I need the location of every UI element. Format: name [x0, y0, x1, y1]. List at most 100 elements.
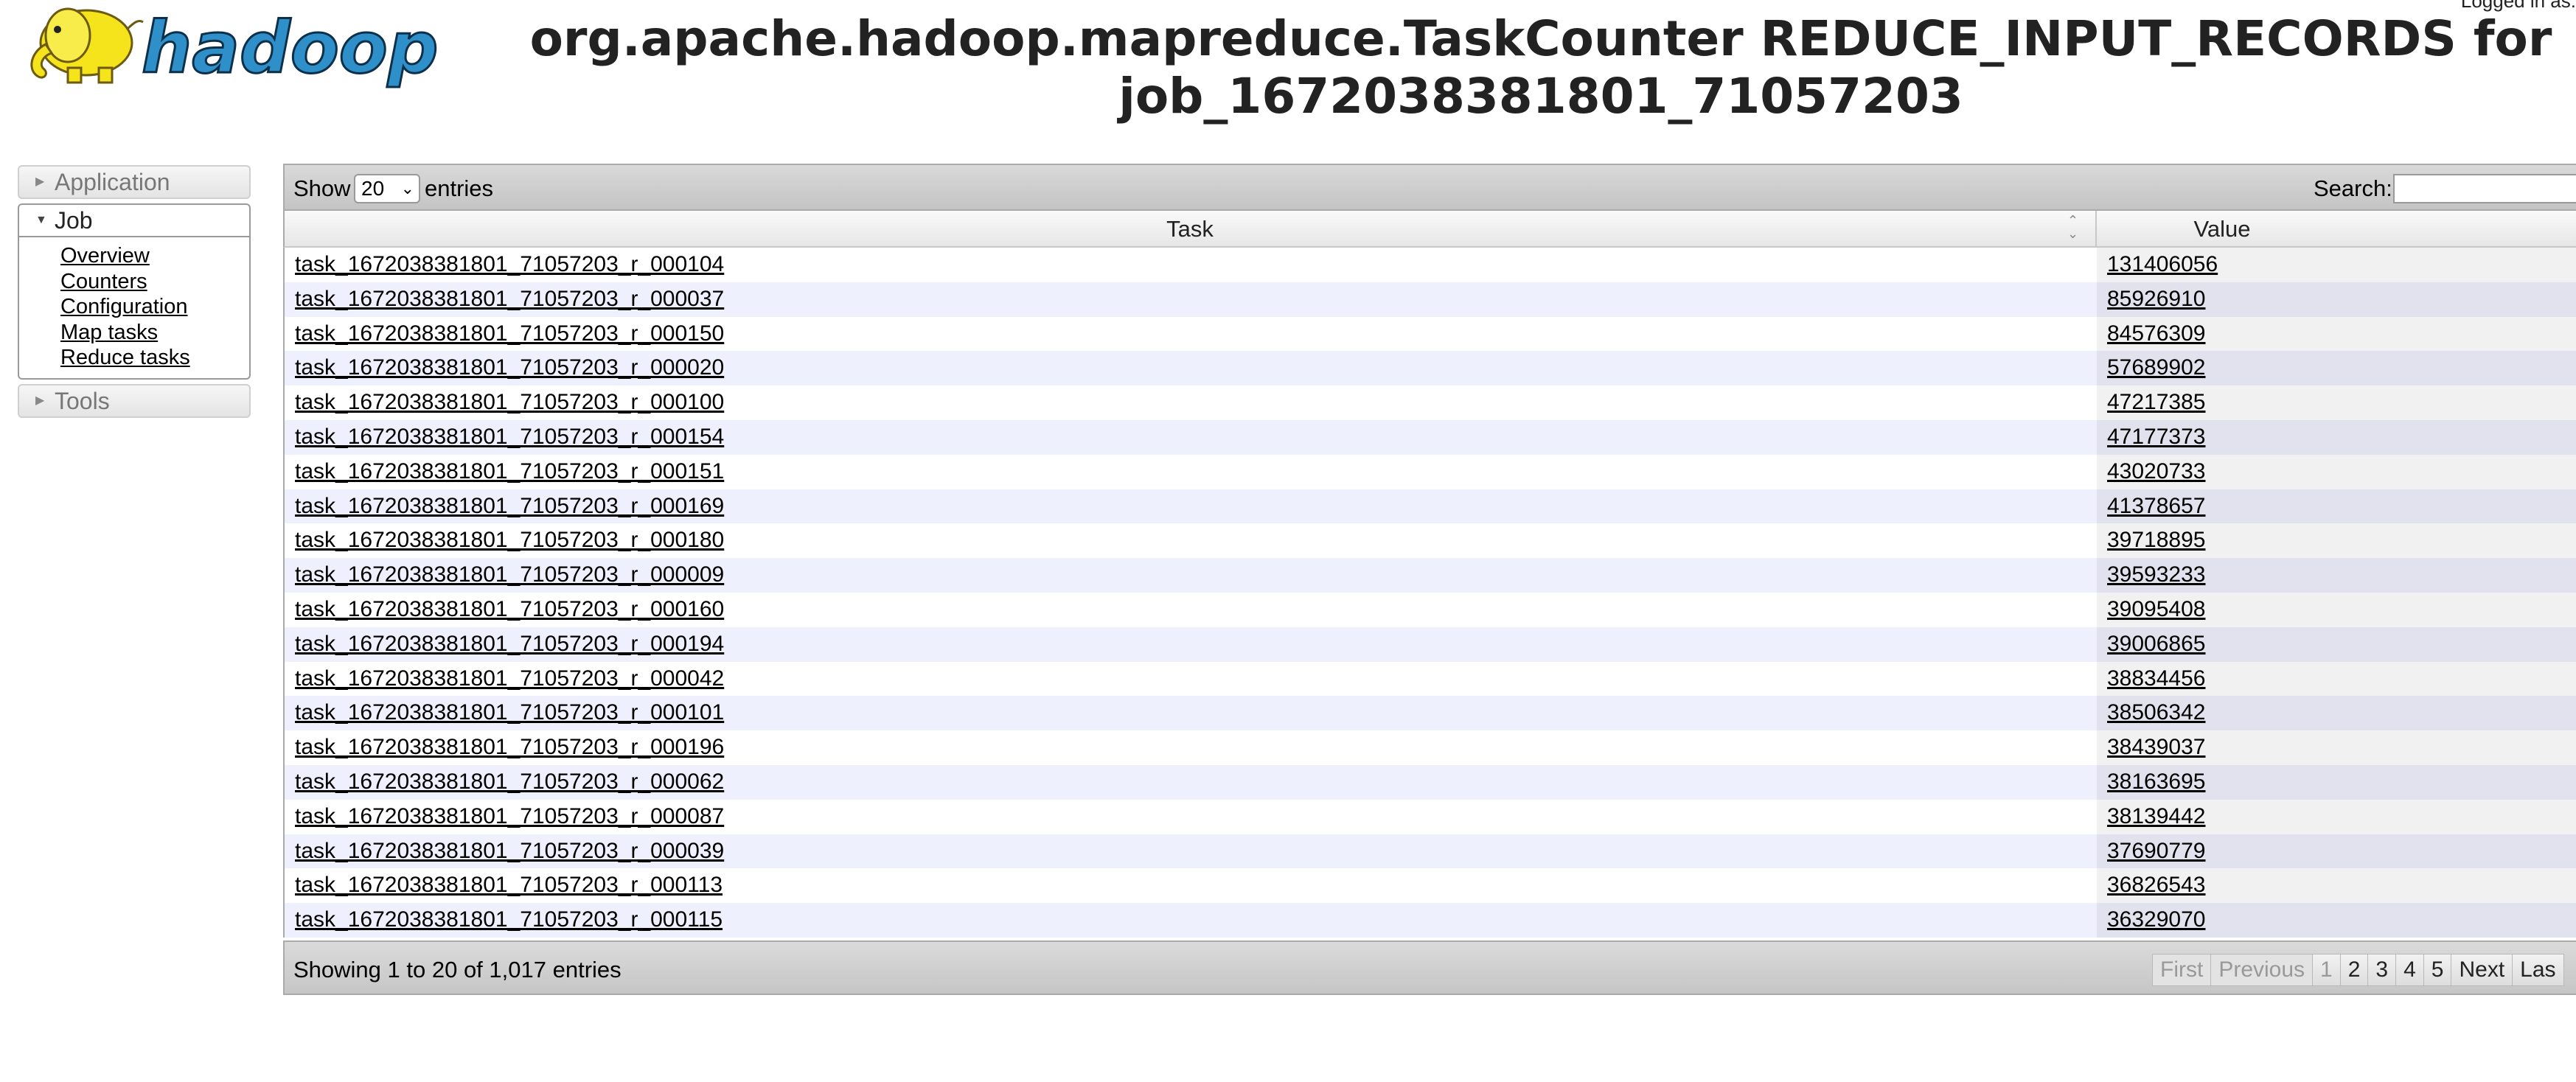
table-row: task_1672038381801_71057203_r_000151 4302… — [285, 454, 2576, 489]
table-row: task_1672038381801_71057203_r_000194 3900… — [285, 626, 2576, 662]
table-row: task_1672038381801_71057203_r_000100 4721… — [285, 385, 2576, 420]
task-link[interactable]: task_1672038381801_71057203_r_000115 — [295, 903, 723, 937]
table-row: task_1672038381801_71057203_r_000154 4717… — [285, 419, 2576, 455]
page-next-button[interactable]: Next — [2451, 954, 2513, 986]
page-title-line2: job_1672038381801_71057203 — [1118, 68, 1963, 125]
task-link[interactable]: task_1672038381801_71057203_r_000087 — [295, 800, 724, 834]
value-link[interactable]: 131406056 — [2107, 248, 2218, 282]
value-link[interactable]: 38834456 — [2107, 662, 2205, 696]
triangle-right-icon: ▶ — [35, 175, 45, 188]
table-row: task_1672038381801_71057203_r_000160 3909… — [285, 592, 2576, 627]
task-link[interactable]: task_1672038381801_71057203_r_000180 — [295, 523, 724, 557]
task-link[interactable]: task_1672038381801_71057203_r_000150 — [295, 317, 724, 351]
nav-section-application[interactable]: ▶ Application — [18, 165, 251, 199]
page-previous-button[interactable]: Previous — [2210, 954, 2314, 986]
hadoop-logo[interactable]: hadoop — [16, 0, 459, 91]
page-button-5[interactable]: 5 — [2423, 954, 2452, 986]
table-body: task_1672038381801_71057203_r_000104 1314… — [283, 248, 2576, 938]
value-link[interactable]: 47217385 — [2107, 385, 2205, 419]
value-link[interactable]: 39095408 — [2107, 593, 2205, 626]
value-link[interactable]: 38163695 — [2107, 765, 2205, 799]
value-link[interactable]: 38439037 — [2107, 730, 2205, 764]
logo-wordmark: hadoop — [142, 7, 438, 88]
table-row: task_1672038381801_71057203_r_000104 1314… — [285, 248, 2576, 282]
column-header-task[interactable]: Task — [285, 211, 2097, 246]
nav-section-application-label: Application — [55, 169, 170, 195]
page-button-3[interactable]: 3 — [2367, 954, 2397, 986]
table-row: task_1672038381801_71057203_r_000009 3959… — [285, 558, 2576, 593]
page-size-select[interactable]: 20 ⌄ — [354, 174, 420, 203]
table-row: task_1672038381801_71057203_r_000113 3682… — [285, 868, 2576, 904]
value-link[interactable]: 38506342 — [2107, 696, 2205, 730]
nav-section-job[interactable]: ▼ Job — [18, 203, 251, 237]
page-button-1[interactable]: 1 — [2312, 954, 2341, 986]
triangle-right-icon: ▶ — [35, 394, 45, 407]
nav-link-reduce-tasks[interactable]: Reduce tasks — [60, 345, 249, 371]
value-link[interactable]: 39718895 — [2107, 523, 2205, 557]
column-header-value[interactable]: Value — [2097, 211, 2347, 246]
page-last-button[interactable]: Las — [2512, 954, 2564, 986]
task-link[interactable]: task_1672038381801_71057203_r_000104 — [295, 248, 724, 282]
value-link[interactable]: 57689902 — [2107, 351, 2205, 385]
task-link[interactable]: task_1672038381801_71057203_r_000020 — [295, 351, 724, 385]
value-link[interactable]: 47177373 — [2107, 420, 2205, 454]
search-input[interactable] — [2393, 174, 2576, 203]
page-title-line1: org.apache.hadoop.mapreduce.TaskCounter … — [529, 10, 2552, 67]
page-button-2[interactable]: 2 — [2339, 954, 2369, 986]
value-link[interactable]: 36826543 — [2107, 868, 2205, 902]
task-link[interactable]: task_1672038381801_71057203_r_000196 — [295, 730, 724, 764]
value-link[interactable]: 43020733 — [2107, 455, 2205, 489]
nav-link-map-tasks[interactable]: Map tasks — [60, 320, 249, 346]
table-row: task_1672038381801_71057203_r_000169 4137… — [285, 489, 2576, 524]
task-link[interactable]: task_1672038381801_71057203_r_000101 — [295, 696, 724, 730]
table-toolbar: Show 20 ⌄ entries Search: — [283, 164, 2576, 211]
value-link[interactable]: 37690779 — [2107, 834, 2205, 868]
task-link[interactable]: task_1672038381801_71057203_r_000062 — [295, 765, 724, 799]
table-row: task_1672038381801_71057203_r_000101 3850… — [285, 696, 2576, 731]
table-row: task_1672038381801_71057203_r_000042 3883… — [285, 661, 2576, 697]
table-row: task_1672038381801_71057203_r_000037 8592… — [285, 282, 2576, 317]
table-row: task_1672038381801_71057203_r_000196 3843… — [285, 730, 2576, 765]
table-header: Task ⌃ ⌄ Value — [283, 211, 2576, 248]
task-link[interactable]: task_1672038381801_71057203_r_000113 — [295, 868, 723, 902]
nav-link-counters[interactable]: Counters — [60, 269, 249, 295]
table-footer: Showing 1 to 20 of 1,017 entries First P… — [283, 940, 2576, 995]
table-info: Showing 1 to 20 of 1,017 entries — [293, 957, 622, 982]
hadoop-elephant-logo-icon: hadoop — [30, 6, 439, 91]
task-link[interactable]: task_1672038381801_71057203_r_000037 — [295, 282, 724, 316]
task-link[interactable]: task_1672038381801_71057203_r_000039 — [295, 834, 724, 868]
task-link[interactable]: task_1672038381801_71057203_r_000009 — [295, 558, 724, 592]
table-row: task_1672038381801_71057203_r_000062 3816… — [285, 764, 2576, 800]
task-link[interactable]: task_1672038381801_71057203_r_000042 — [295, 662, 724, 696]
table-row: task_1672038381801_71057203_r_000087 3813… — [285, 799, 2576, 834]
value-link[interactable]: 38139442 — [2107, 800, 2205, 834]
nav-link-configuration[interactable]: Configuration — [60, 294, 249, 320]
task-link[interactable]: task_1672038381801_71057203_r_000169 — [295, 489, 724, 523]
table-row: task_1672038381801_71057203_r_000150 8457… — [285, 316, 2576, 352]
task-link[interactable]: task_1672038381801_71057203_r_000151 — [295, 455, 724, 489]
value-link[interactable]: 84576309 — [2107, 317, 2205, 351]
table-row: task_1672038381801_71057203_r_000020 5768… — [285, 351, 2576, 386]
search-label: Search: — [2314, 175, 2392, 201]
value-link[interactable]: 39593233 — [2107, 558, 2205, 592]
page-size-value: 20 — [361, 177, 385, 200]
nav-section-tools-label: Tools — [55, 387, 110, 414]
pagination: First Previous 1 2 3 4 5 Next Las — [2152, 954, 2564, 986]
triangle-down-icon: ▼ — [35, 214, 47, 226]
task-link[interactable]: task_1672038381801_71057203_r_000154 — [295, 420, 724, 454]
table-row: task_1672038381801_71057203_r_000039 3769… — [285, 834, 2576, 869]
nav-link-overview[interactable]: Overview — [60, 243, 249, 269]
table-row: task_1672038381801_71057203_r_000115 3632… — [285, 903, 2576, 938]
value-link[interactable]: 39006865 — [2107, 627, 2205, 661]
task-link[interactable]: task_1672038381801_71057203_r_000160 — [295, 593, 724, 626]
task-link[interactable]: task_1672038381801_71057203_r_000194 — [295, 627, 724, 661]
page-button-4[interactable]: 4 — [2395, 954, 2424, 986]
counters-table-panel: Show 20 ⌄ entries Search: Task ⌃ ⌄ Value … — [283, 164, 2576, 995]
value-link[interactable]: 85926910 — [2107, 282, 2205, 316]
sort-icon[interactable]: ⌃ ⌄ — [2067, 214, 2078, 240]
page-first-button[interactable]: First — [2152, 954, 2212, 986]
task-link[interactable]: task_1672038381801_71057203_r_000100 — [295, 385, 724, 419]
nav-section-tools[interactable]: ▶ Tools — [18, 383, 251, 418]
value-link[interactable]: 36329070 — [2107, 903, 2205, 937]
value-link[interactable]: 41378657 — [2107, 489, 2205, 523]
